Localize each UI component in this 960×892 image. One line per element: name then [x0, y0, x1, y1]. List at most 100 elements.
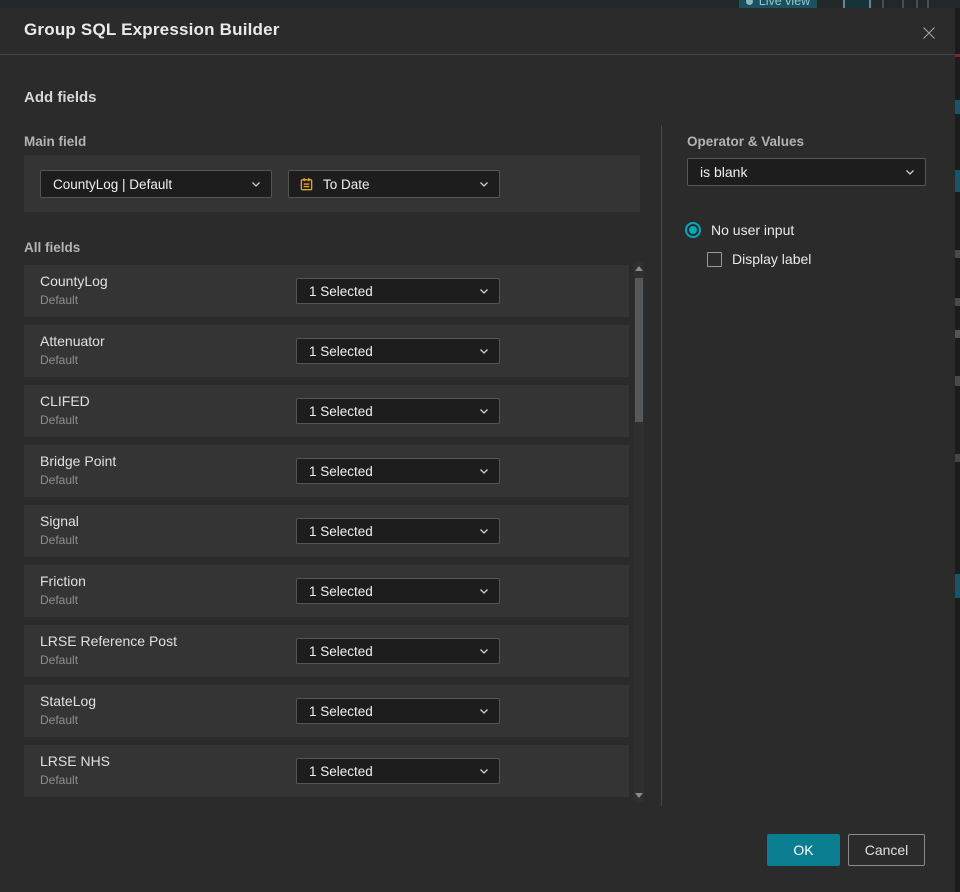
scrollbar-up-arrow-icon[interactable] [635, 266, 643, 271]
display-label-checkbox[interactable]: Display label [707, 251, 811, 267]
field-row: LRSE NHS Default 1 Selected [24, 745, 629, 797]
display-label-label: Display label [732, 251, 812, 267]
field-selection-value: 1 Selected [309, 463, 373, 479]
field-type: Default [40, 713, 79, 727]
dialog-title: Group SQL Expression Builder [24, 20, 280, 39]
field-row: LRSE Reference Post Default 1 Selected [24, 625, 629, 677]
field-selection-select[interactable]: 1 Selected [296, 518, 500, 544]
main-field-label: Main field [24, 134, 87, 149]
operator-select-value: is blank [700, 164, 748, 180]
field-type: Default [40, 473, 79, 487]
field-selection-value: 1 Selected [309, 283, 373, 299]
field-name: CLIFED [40, 393, 90, 409]
chevron-down-icon [478, 345, 490, 357]
ok-button[interactable]: OK [767, 834, 840, 866]
main-field-date-select[interactable]: To Date [288, 170, 500, 198]
chevron-down-icon [478, 705, 490, 717]
field-type: Default [40, 653, 79, 667]
field-selection-select[interactable]: 1 Selected [296, 278, 500, 304]
background-fragment [955, 330, 960, 338]
group-sql-expression-builder-dialog: Group SQL Expression Builder Add fields … [0, 8, 955, 892]
screen: Live view Group SQL Expression Builder A… [0, 0, 960, 892]
field-name: LRSE NHS [40, 753, 111, 769]
cancel-button[interactable]: Cancel [848, 834, 925, 866]
field-type: Default [40, 773, 79, 787]
field-selection-value: 1 Selected [309, 343, 373, 359]
field-selection-value: 1 Selected [309, 403, 373, 419]
toolbar-fragment [843, 0, 845, 8]
chevron-down-icon [478, 178, 490, 190]
background-fragment [955, 250, 960, 258]
background-fragment [955, 170, 960, 192]
scrollbar-thumb[interactable] [635, 278, 643, 422]
background-fragment [955, 454, 960, 462]
background-fragment [955, 376, 960, 386]
background-fragment [955, 574, 960, 598]
field-name: Attenuator [40, 333, 105, 349]
live-view-label: Live view [758, 0, 811, 8]
toolbar-fragment [869, 0, 871, 8]
field-name: LRSE Reference Post [40, 633, 177, 649]
field-name: Signal [40, 513, 79, 529]
chevron-down-icon [478, 465, 490, 477]
panel-divider [661, 125, 662, 806]
field-row: StateLog Default 1 Selected [24, 685, 629, 737]
chevron-down-icon [250, 178, 262, 190]
chevron-down-icon [478, 585, 490, 597]
calendar-icon [299, 177, 314, 192]
field-name: CountyLog [40, 273, 108, 289]
field-selection-select[interactable]: 1 Selected [296, 578, 500, 604]
chevron-down-icon [478, 645, 490, 657]
field-row: Attenuator Default 1 Selected [24, 325, 629, 377]
toolbar-fragment [902, 0, 904, 8]
background-fragment [955, 54, 960, 57]
field-selection-select[interactable]: 1 Selected [296, 398, 500, 424]
add-fields-heading: Add fields [24, 89, 97, 106]
field-type: Default [40, 533, 79, 547]
field-selection-value: 1 Selected [309, 583, 373, 599]
background-fragment [955, 298, 960, 306]
field-selection-select[interactable]: 1 Selected [296, 698, 500, 724]
field-row: Bridge Point Default 1 Selected [24, 445, 629, 497]
main-field-date-value: To Date [323, 176, 370, 192]
main-field-panel: CountyLog | Default To Date [24, 155, 640, 212]
toolbar-fragment [927, 0, 929, 8]
field-selection-select[interactable]: 1 Selected [296, 758, 500, 784]
scrollbar-down-arrow-icon[interactable] [635, 793, 643, 798]
toolbar-fragment [882, 0, 884, 8]
field-selection-select[interactable]: 1 Selected [296, 458, 500, 484]
field-selection-select[interactable]: 1 Selected [296, 338, 500, 364]
live-view-dot-icon [745, 0, 753, 5]
background-topbar: Live view [0, 0, 960, 8]
close-icon [923, 27, 935, 39]
field-row: Friction Default 1 Selected [24, 565, 629, 617]
field-name: Friction [40, 573, 86, 589]
close-button[interactable] [917, 21, 941, 45]
field-type: Default [40, 293, 79, 307]
field-type: Default [40, 593, 79, 607]
checkbox-unchecked-icon [707, 251, 722, 267]
no-user-input-label: No user input [711, 222, 795, 238]
main-field-select[interactable]: CountyLog | Default [40, 170, 272, 198]
background-fragment [955, 100, 960, 114]
toolbar-fragment [916, 0, 918, 8]
toolbar-fragment [845, 0, 872, 8]
chevron-down-icon [478, 285, 490, 297]
field-name: StateLog [40, 693, 97, 709]
no-user-input-radio[interactable]: No user input [685, 222, 794, 238]
operator-select[interactable]: is blank [687, 158, 926, 186]
list-scrollbar[interactable] [634, 262, 644, 802]
operator-values-label: Operator & Values [687, 134, 805, 149]
field-row: CountyLog Default 1 Selected [24, 265, 629, 317]
field-selection-value: 1 Selected [309, 523, 373, 539]
chevron-down-icon [478, 405, 490, 417]
chevron-down-icon [478, 765, 490, 777]
field-type: Default [40, 413, 79, 427]
main-field-select-value: CountyLog | Default [53, 176, 173, 192]
background-sliver [955, 8, 960, 892]
field-row: Signal Default 1 Selected [24, 505, 629, 557]
chevron-down-icon [478, 525, 490, 537]
live-view-button: Live view [739, 0, 817, 8]
field-selection-select[interactable]: 1 Selected [296, 638, 500, 664]
field-selection-value: 1 Selected [309, 703, 373, 719]
